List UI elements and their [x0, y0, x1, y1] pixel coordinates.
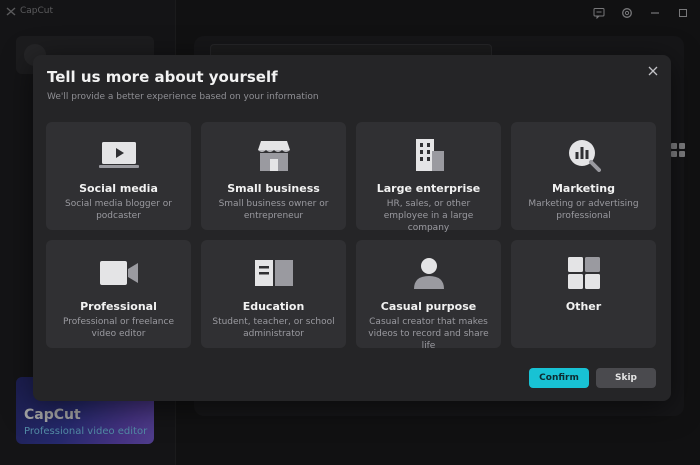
- option-other[interactable]: Other: [511, 240, 656, 348]
- person-icon: [409, 255, 449, 291]
- option-description: Small business owner or entrepreneur: [218, 199, 329, 221]
- dialog-title: Tell us more about yourself: [47, 68, 278, 86]
- open-book-icon: [254, 255, 294, 291]
- option-casual-purpose[interactable]: Casual purpose Casual creator that makes…: [356, 240, 501, 351]
- option-description: Student, teacher, or school administrato…: [212, 317, 335, 339]
- close-button[interactable]: [645, 63, 661, 79]
- option-title: Large enterprise: [376, 182, 481, 195]
- skip-button[interactable]: Skip: [596, 368, 656, 388]
- role-options-grid: Social media Social media blogger or pod…: [46, 122, 656, 351]
- option-professional[interactable]: Professional Professional or freelance v…: [46, 240, 191, 348]
- option-description: Social media blogger or podcaster: [65, 199, 172, 221]
- option-title: Casual purpose: [380, 300, 477, 313]
- close-icon: [648, 66, 658, 76]
- storefront-icon: [254, 137, 294, 173]
- option-title: Education: [242, 300, 305, 313]
- option-title: Professional: [80, 300, 157, 313]
- option-title: Social media: [79, 182, 158, 195]
- option-small-business[interactable]: Small business Small business owner or e…: [201, 122, 346, 230]
- option-description: Professional or freelance video editor: [63, 317, 174, 339]
- option-education[interactable]: Education Student, teacher, or school ad…: [201, 240, 346, 348]
- confirm-button[interactable]: Confirm: [529, 368, 589, 388]
- option-title: Small business: [227, 182, 320, 195]
- option-title: Other: [565, 300, 602, 313]
- grid-apps-icon: [564, 255, 604, 291]
- option-description: Marketing or advertising professional: [528, 199, 639, 221]
- option-social-media[interactable]: Social media Social media blogger or pod…: [46, 122, 191, 230]
- option-marketing[interactable]: Marketing Marketing or advertising profe…: [511, 122, 656, 230]
- option-large-enterprise[interactable]: Large enterprise HR, sales, or other emp…: [356, 122, 501, 233]
- option-title: Marketing: [551, 182, 615, 195]
- dialog-subtitle: We'll provide a better experience based …: [47, 92, 319, 102]
- video-camera-icon: [99, 255, 139, 291]
- office-building-icon: [409, 137, 449, 173]
- option-description: HR, sales, or other employee in a large …: [383, 199, 474, 233]
- analytics-search-icon: [564, 137, 604, 173]
- onboarding-dialog: Tell us more about yourself We'll provid…: [33, 55, 671, 401]
- video-player-icon: [98, 137, 139, 173]
- option-description: Casual creator that makes videos to reco…: [368, 317, 489, 351]
